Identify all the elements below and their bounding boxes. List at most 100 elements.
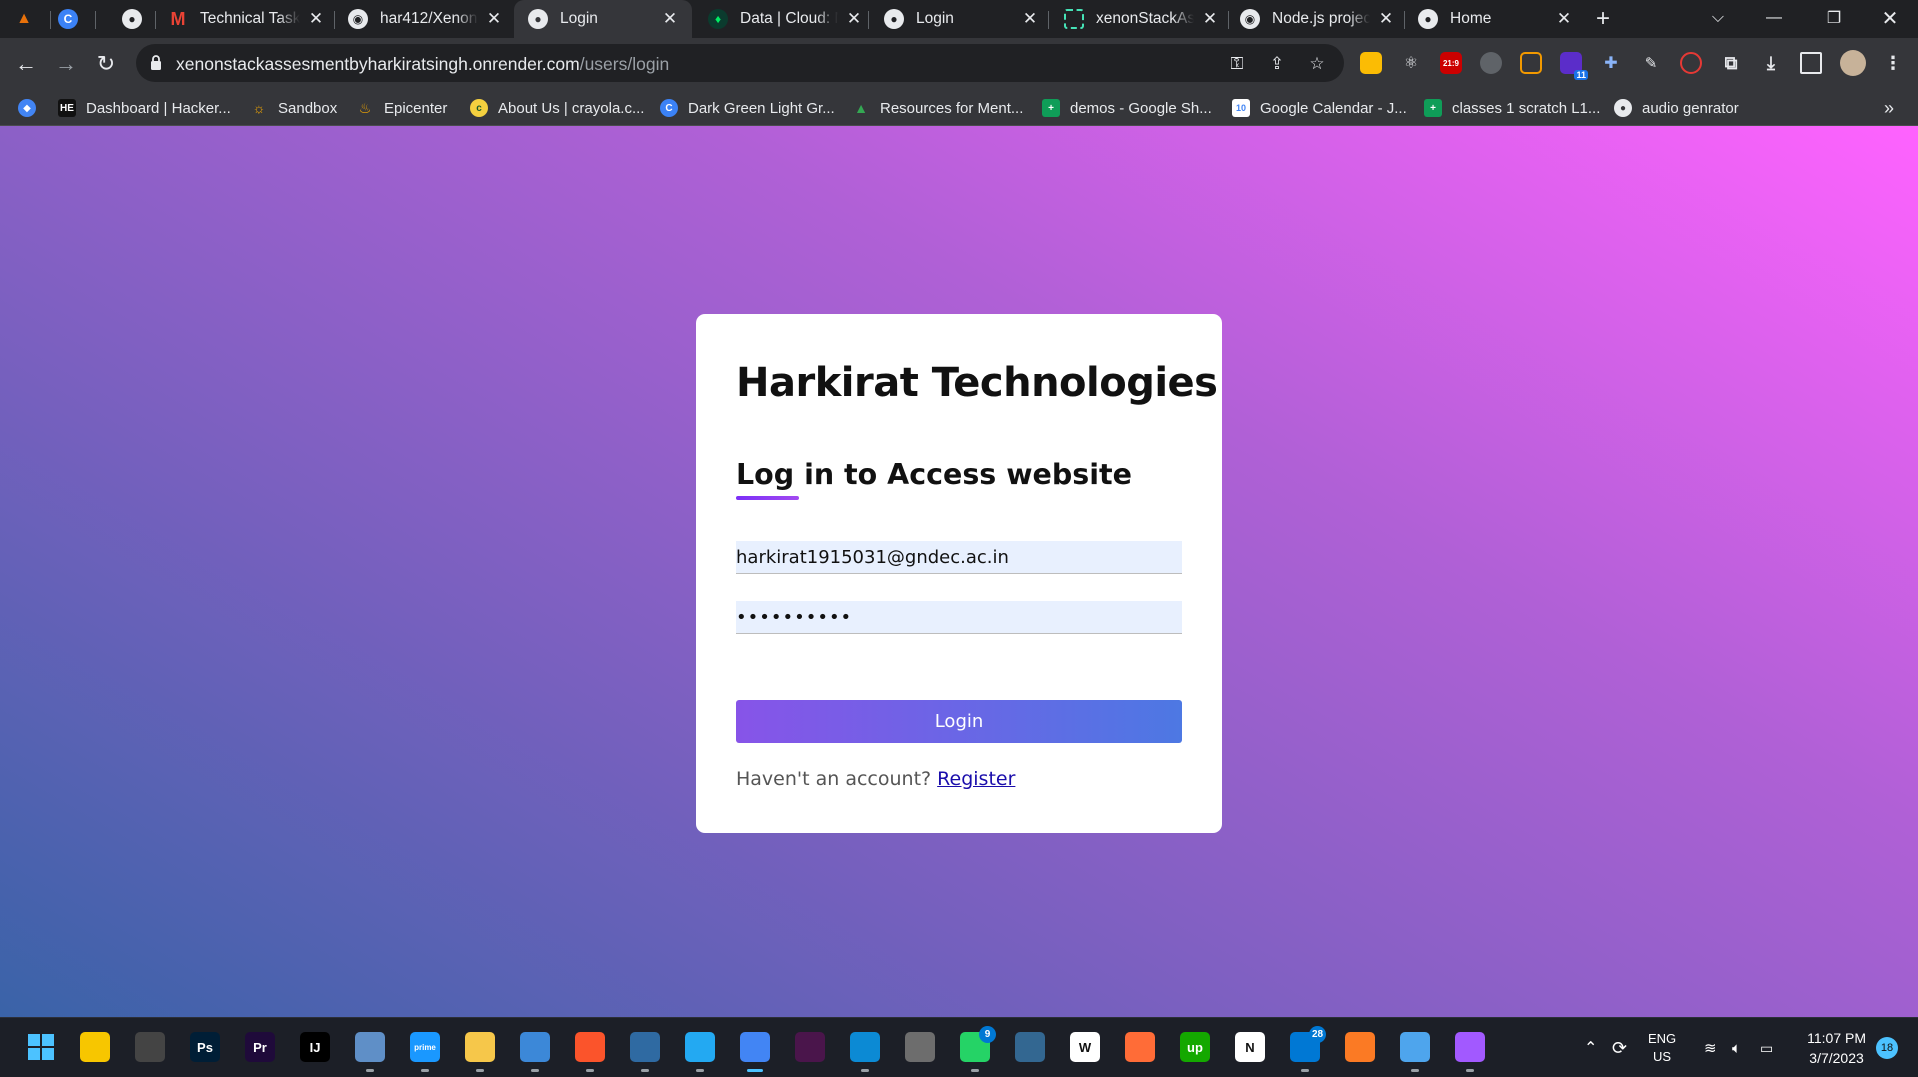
close-icon[interactable]: ✕: [1200, 9, 1220, 29]
close-icon[interactable]: ✕: [1020, 9, 1040, 29]
close-icon[interactable]: ✕: [306, 9, 326, 29]
star-icon[interactable]: ☆: [1306, 53, 1328, 75]
graduation-cap-icon[interactable]: 11: [1560, 52, 1588, 80]
notifications-badge[interactable]: 18: [1876, 1037, 1898, 1059]
tab-mongodb[interactable]: ♦ Data | Cloud: M ✕: [708, 0, 864, 38]
more-menu-icon[interactable]: ⋮: [1882, 52, 1904, 74]
keep-extension-icon[interactable]: [1360, 52, 1382, 74]
bookmarks-overflow-button[interactable]: »: [1884, 90, 1894, 126]
intellij-icon[interactable]: IJ: [300, 1032, 330, 1062]
close-icon[interactable]: ✕: [1554, 9, 1574, 29]
tab-home[interactable]: ● Home ✕: [1418, 0, 1574, 38]
sync-icon[interactable]: ⟳: [1612, 1018, 1627, 1077]
paint-icon[interactable]: [1400, 1032, 1430, 1072]
reload-button[interactable]: ↻: [90, 48, 122, 80]
c-logo-icon: C: [58, 9, 78, 29]
mail-icon[interactable]: 28: [1290, 1026, 1326, 1072]
brave-icon[interactable]: [575, 1032, 605, 1072]
bookmark-hackerearth[interactable]: HE Dashboard | Hacker...: [58, 90, 231, 126]
language-indicator[interactable]: ENG US: [1648, 1018, 1676, 1077]
render-icon: [1064, 9, 1084, 29]
bookmark-demos[interactable]: + demos - Google Sh...: [1042, 90, 1212, 126]
notification-badge: 28: [1309, 1026, 1326, 1043]
figma-icon[interactable]: [1455, 1032, 1485, 1072]
bookmark-epicenter[interactable]: ♨ Epicenter: [356, 90, 448, 126]
tab-login-active[interactable]: ● Login ✕: [514, 0, 692, 38]
maximize-button[interactable]: ❐: [1806, 0, 1862, 36]
forward-button[interactable]: →: [50, 48, 82, 80]
vscode-icon[interactable]: [685, 1032, 715, 1072]
word-icon[interactable]: W: [1070, 1032, 1100, 1062]
postman-icon[interactable]: [1125, 1032, 1155, 1062]
xampp-icon[interactable]: [1345, 1032, 1375, 1062]
file-explorer-icon[interactable]: [465, 1032, 495, 1072]
wifi-icon[interactable]: ≋: [1704, 1018, 1717, 1077]
screenshot-extension-icon[interactable]: [1520, 52, 1542, 74]
close-icon[interactable]: ✕: [844, 9, 864, 29]
tab-search-button[interactable]: ⌵: [1690, 0, 1746, 36]
address-bar[interactable]: xenonstackassesmentbyharkiratsingh.onren…: [136, 44, 1344, 82]
edge-icon[interactable]: [850, 1032, 880, 1072]
login-button[interactable]: Login: [736, 700, 1182, 743]
bookmark-crayola[interactable]: c About Us | crayola.c...: [470, 90, 644, 126]
key-icon[interactable]: ⚿: [1226, 53, 1248, 75]
bookmark-shield[interactable]: ◆: [18, 90, 46, 126]
puzzle-blue-icon[interactable]: ✚: [1600, 52, 1622, 74]
prime-video-icon[interactable]: prime: [410, 1032, 440, 1072]
windows-start-icon[interactable]: [26, 1032, 56, 1062]
battery-icon[interactable]: ▭: [1760, 1018, 1773, 1077]
close-window-button[interactable]: ✕: [1862, 0, 1918, 36]
url-text[interactable]: xenonstackassesmentbyharkiratsingh.onren…: [176, 54, 669, 75]
record-icon[interactable]: [1680, 52, 1702, 74]
back-button[interactable]: ←: [10, 48, 42, 80]
tab-pinned-1[interactable]: ▲: [14, 0, 54, 38]
new-tab-button[interactable]: +: [1596, 0, 1626, 38]
upwork-icon[interactable]: up: [1180, 1032, 1210, 1062]
chrome-icon[interactable]: [740, 1032, 770, 1072]
youtube-timer-icon[interactable]: 21:9: [1440, 52, 1462, 74]
tab-render-xenon[interactable]: xenonStackAss ✕: [1064, 0, 1220, 38]
react-devtools-icon[interactable]: ⚛: [1400, 52, 1422, 74]
close-icon[interactable]: ✕: [1376, 9, 1396, 29]
avatar[interactable]: [1840, 50, 1866, 76]
slack-icon[interactable]: [795, 1032, 825, 1062]
calculator-icon[interactable]: [905, 1032, 935, 1062]
unity-icon[interactable]: [135, 1032, 165, 1062]
volume-icon[interactable]: 🔈︎: [1732, 1018, 1741, 1077]
premiere-icon[interactable]: Pr: [245, 1032, 275, 1062]
download-icon[interactable]: ⤓: [1760, 52, 1782, 74]
close-icon[interactable]: ✕: [660, 9, 680, 29]
tab-pinned-3[interactable]: ●: [122, 0, 162, 38]
pen-icon[interactable]: ✎: [1640, 52, 1662, 74]
sticky-notes-icon[interactable]: [80, 1032, 110, 1062]
shield-extension-icon[interactable]: [1480, 52, 1502, 74]
photos-icon[interactable]: [355, 1032, 385, 1072]
extensions-puzzle-icon[interactable]: ⧉: [1720, 52, 1742, 74]
bookmark-audio[interactable]: ● audio genrator: [1614, 90, 1739, 126]
email-field[interactable]: [736, 541, 1182, 574]
whatsapp-icon[interactable]: 9: [960, 1026, 996, 1072]
sidepanel-icon[interactable]: [1800, 52, 1822, 74]
tab-github-node[interactable]: ◉ Node.js projec ✕: [1240, 0, 1396, 38]
tab-pinned-2[interactable]: C: [58, 0, 98, 38]
notion-icon[interactable]: N: [1235, 1032, 1265, 1062]
notepad-icon[interactable]: [520, 1032, 550, 1072]
bookmark-resources[interactable]: ▲ Resources for Ment...: [852, 90, 1023, 126]
bookmark-classes[interactable]: + classes 1 scratch L1...: [1424, 90, 1600, 126]
tab-login-2[interactable]: ● Login ✕: [884, 0, 1040, 38]
close-icon[interactable]: ✕: [484, 9, 504, 29]
share-icon[interactable]: ⇪: [1266, 53, 1288, 75]
minimize-button[interactable]: —: [1746, 0, 1802, 36]
bookmark-dark-green[interactable]: C Dark Green Light Gr...: [660, 90, 835, 126]
photoshop-icon[interactable]: Ps: [190, 1032, 220, 1062]
register-link[interactable]: Register: [937, 768, 1015, 790]
password-field[interactable]: [736, 601, 1182, 634]
bookmark-calendar[interactable]: 10 Google Calendar - J...: [1232, 90, 1407, 126]
tab-technical-task[interactable]: M Technical Task | ✕: [168, 0, 326, 38]
mysql-workbench-icon[interactable]: [630, 1032, 660, 1072]
tab-github-xenon[interactable]: ◉ har412/XenonS ✕: [348, 0, 504, 38]
bookmark-sandbox[interactable]: ☼ Sandbox: [250, 90, 338, 126]
postgres-icon[interactable]: [1015, 1032, 1045, 1062]
chevron-up-icon[interactable]: ⌃: [1584, 1018, 1597, 1077]
clock[interactable]: 11:07 PM 3/7/2023: [1807, 1028, 1866, 1068]
